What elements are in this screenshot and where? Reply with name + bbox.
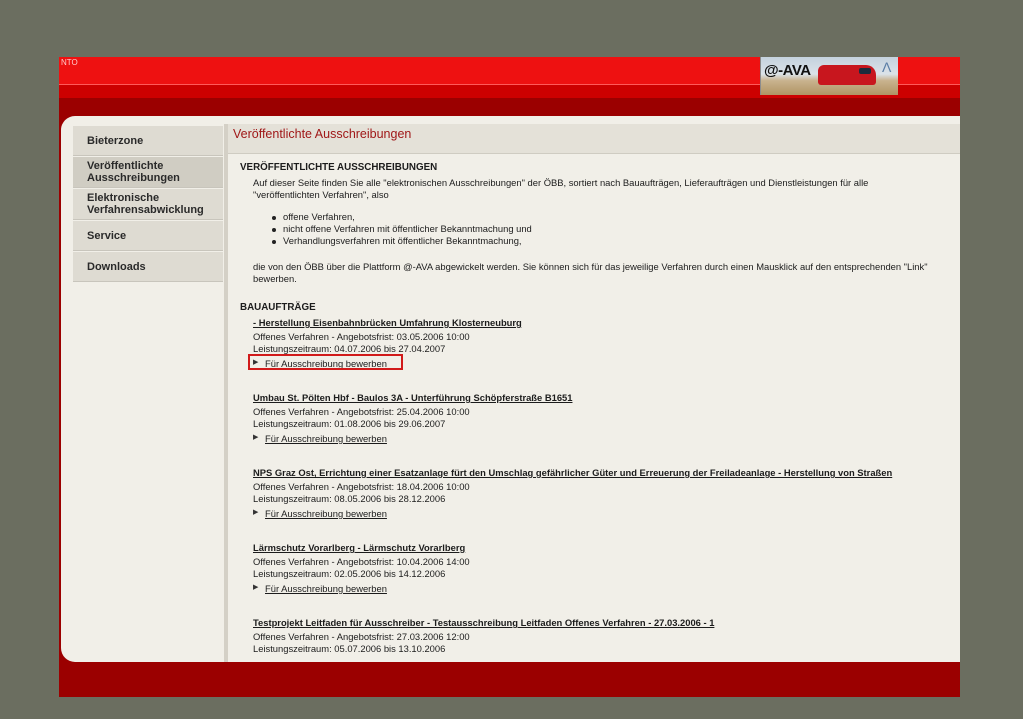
tender-title-link[interactable]: Umbau St. Pölten Hbf - Baulos 3A - Unter…: [253, 392, 572, 404]
tender-deadline: Offenes Verfahren - Angebotsfrist: 18.04…: [253, 481, 470, 492]
tender-deadline: Offenes Verfahren - Angebotsfrist: 27.03…: [253, 631, 470, 642]
bullet-dot: [272, 228, 276, 232]
apply-tender-link[interactable]: Für Ausschreibung bewerben: [265, 508, 387, 520]
section-heading: VERÖFFENTLICHTE AUSSCHREIBUNGEN: [240, 162, 438, 173]
bullet-dot: [272, 240, 276, 244]
bullet-item: offene Verfahren,: [283, 211, 355, 222]
sidebar-item-label: Downloads: [87, 260, 146, 273]
browser-frame: NTO @-AVA Λ Bieterzone Veröffentlichte A…: [59, 57, 960, 697]
train-window: [859, 68, 871, 74]
ava-logo[interactable]: @-AVA Λ: [760, 57, 898, 95]
apply-tender-link[interactable]: Für Ausschreibung bewerben: [265, 433, 387, 445]
page-title: Veröffentlichte Ausschreibungen: [233, 127, 412, 141]
sidebar-item-downloads[interactable]: Downloads: [73, 252, 223, 282]
tender-deadline: Offenes Verfahren - Angebotsfrist: 03.05…: [253, 331, 470, 342]
sidebar-item-service[interactable]: Service: [73, 221, 223, 251]
logo-mark-icon: Λ: [882, 59, 892, 75]
page-title-bar: Veröffentlichte Ausschreibungen: [228, 124, 960, 154]
sidebar-item-veroeffentlichte-ausschreibungen[interactable]: Veröffentlichte Ausschreibungen: [73, 157, 223, 188]
tender-title-link[interactable]: Testprojekt Leitfaden für Ausschreiber -…: [253, 617, 714, 629]
sidebar-item-label: Service: [87, 229, 127, 242]
bullet-item: Verhandlungsverfahren mit öffentlicher B…: [283, 235, 522, 246]
arrow-right-icon: ▶: [253, 509, 259, 516]
sidebar-item-verfahrensabwicklung[interactable]: Elektronische Verfahrensabwicklung: [73, 189, 223, 220]
intro-text-line-1: Auf dieser Seite finden Sie alle "elektr…: [253, 177, 869, 188]
bullet-dot: [272, 216, 276, 220]
tender-deadline: Offenes Verfahren - Angebotsfrist: 25.04…: [253, 406, 470, 417]
content-body: VERÖFFENTLICHTE AUSSCHREIBUNGEN Auf dies…: [228, 154, 960, 662]
outro-text-line-2: bewerben.: [253, 273, 297, 284]
sidebar-item-label: Veröffentlichte Ausschreibungen: [87, 160, 180, 184]
logo-text: @-AVA: [764, 62, 811, 79]
apply-tender-link[interactable]: Für Ausschreibung bewerben: [265, 583, 387, 595]
content-area: Veröffentlichte Ausschreibungen VERÖFFEN…: [228, 124, 960, 662]
sidebar-item-label: Bieterzone: [87, 134, 144, 147]
highlight-box: [248, 354, 403, 370]
intro-text-line-2: "veröffentlichten Verfahren", also: [253, 189, 389, 200]
banner-text-fragment: NTO: [61, 58, 78, 67]
tender-period: Leistungszeitraum: 08.05.2006 bis 28.12.…: [253, 493, 446, 504]
tender-title-link[interactable]: - Herstellung Eisenbahnbrücken Umfahrung…: [253, 317, 522, 329]
tender-deadline: Offenes Verfahren - Angebotsfrist: 10.04…: [253, 556, 470, 567]
bullet-item: nicht offene Verfahren mit öffentlicher …: [283, 223, 532, 234]
tender-period: Leistungszeitraum: 01.08.2006 bis 29.06.…: [253, 418, 446, 429]
tender-period: Leistungszeitraum: 02.05.2006 bis 14.12.…: [253, 568, 446, 579]
sidebar-item-label: Elektronische Verfahrensabwicklung: [87, 192, 204, 216]
arrow-right-icon: ▶: [253, 584, 259, 591]
sidebar-item-bieterzone[interactable]: Bieterzone: [73, 126, 223, 156]
tender-title-link[interactable]: NPS Graz Ost, Errichtung einer Esatzanla…: [253, 467, 892, 479]
outro-text-line-1: die von den ÖBB über die Plattform @-AVA…: [253, 261, 928, 272]
category-heading: BAUAUFTRÄGE: [240, 302, 316, 313]
tender-title-link[interactable]: Lärmschutz Vorarlberg - Lärmschutz Vorar…: [253, 542, 465, 554]
tender-period: Leistungszeitraum: 05.07.2006 bis 13.10.…: [253, 643, 446, 654]
sidebar: Bieterzone Veröffentlichte Ausschreibung…: [73, 126, 225, 659]
arrow-right-icon: ▶: [253, 434, 259, 441]
main-panel: Bieterzone Veröffentlichte Ausschreibung…: [61, 116, 960, 662]
